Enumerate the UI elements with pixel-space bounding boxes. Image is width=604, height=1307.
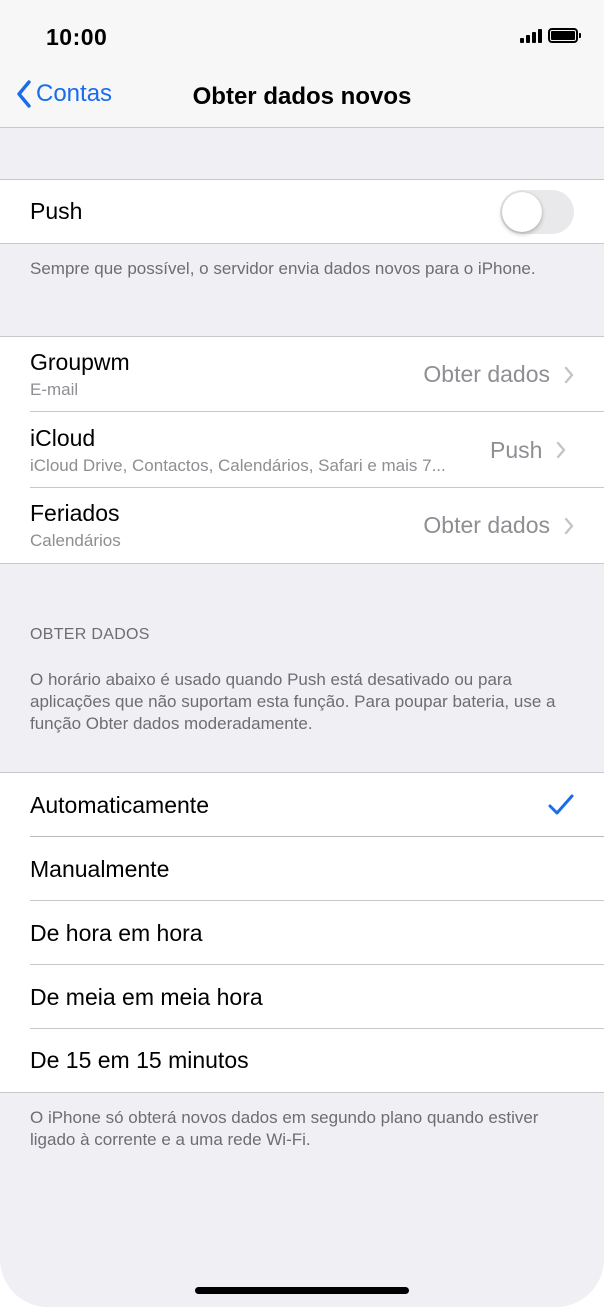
fetch-option-manual[interactable]: Manualmente [0,837,604,901]
navigation-bar: 10:00 Contas Obter dados novos [0,0,604,128]
option-label: Automaticamente [30,791,209,818]
status-time: 10:00 [46,24,108,50]
account-row-groupwm[interactable]: Groupwm E-mail Obter dados [0,337,604,412]
fetch-option-half-hour[interactable]: De meia em meia hora [0,965,604,1029]
account-detail: E-mail [30,380,79,399]
fetch-option-hourly[interactable]: De hora em hora [0,901,604,965]
push-label: Push [30,198,83,224]
chevron-right-icon [556,441,566,459]
screen: 10:00 Contas Obter dados novos Push Semp… [0,0,604,1307]
account-fetch-value: Obter dados [423,512,550,538]
accounts-group: Groupwm E-mail Obter dados iCloud iCloud… [0,336,604,564]
fetch-footer: O iPhone só obterá novos dados em segund… [30,1108,539,1149]
cellular-signal-icon [520,28,542,43]
account-row-feriados[interactable]: Feriados Calendários Obter dados [0,488,604,563]
option-label: De 15 em 15 minutos [30,1047,249,1073]
account-row-icloud[interactable]: iCloud iCloud Drive, Contactos, Calendár… [0,412,604,488]
account-detail: Calendários [30,531,121,550]
push-row: Push [0,180,604,243]
account-name: iCloud [30,424,96,451]
battery-icon [548,28,581,43]
account-name: Groupwm [30,349,130,375]
status-icons [520,28,581,43]
chevron-right-icon [564,366,574,384]
account-detail: iCloud Drive, Contactos, Calendários, Sa… [30,455,446,475]
fetch-option-automatic[interactable]: Automaticamente [0,773,604,837]
account-name: Feriados [30,500,120,526]
account-fetch-value: Push [490,436,543,463]
push-footer: Sempre que possível, o servidor envia da… [30,259,536,278]
option-label: De meia em meia hora [30,983,263,1010]
fetch-description: O horário abaixo é usado quando Push est… [30,670,556,733]
page-title: Obter dados novos [192,83,412,110]
account-fetch-value: Obter dados [423,361,550,387]
option-label: Manualmente [30,855,170,882]
fetch-options-group: Automaticamente Manualmente De hora em h… [0,772,604,1093]
checkmark-icon [548,794,574,816]
option-label: De hora em hora [30,919,203,946]
home-indicator[interactable] [195,1287,409,1294]
push-toggle[interactable] [500,189,574,234]
fetch-option-15-minutes[interactable]: De 15 em 15 minutos [0,1029,604,1092]
fetch-section-header: OBTER DADOS [30,626,150,643]
push-group: Push [0,179,604,244]
chevron-right-icon [564,517,574,535]
